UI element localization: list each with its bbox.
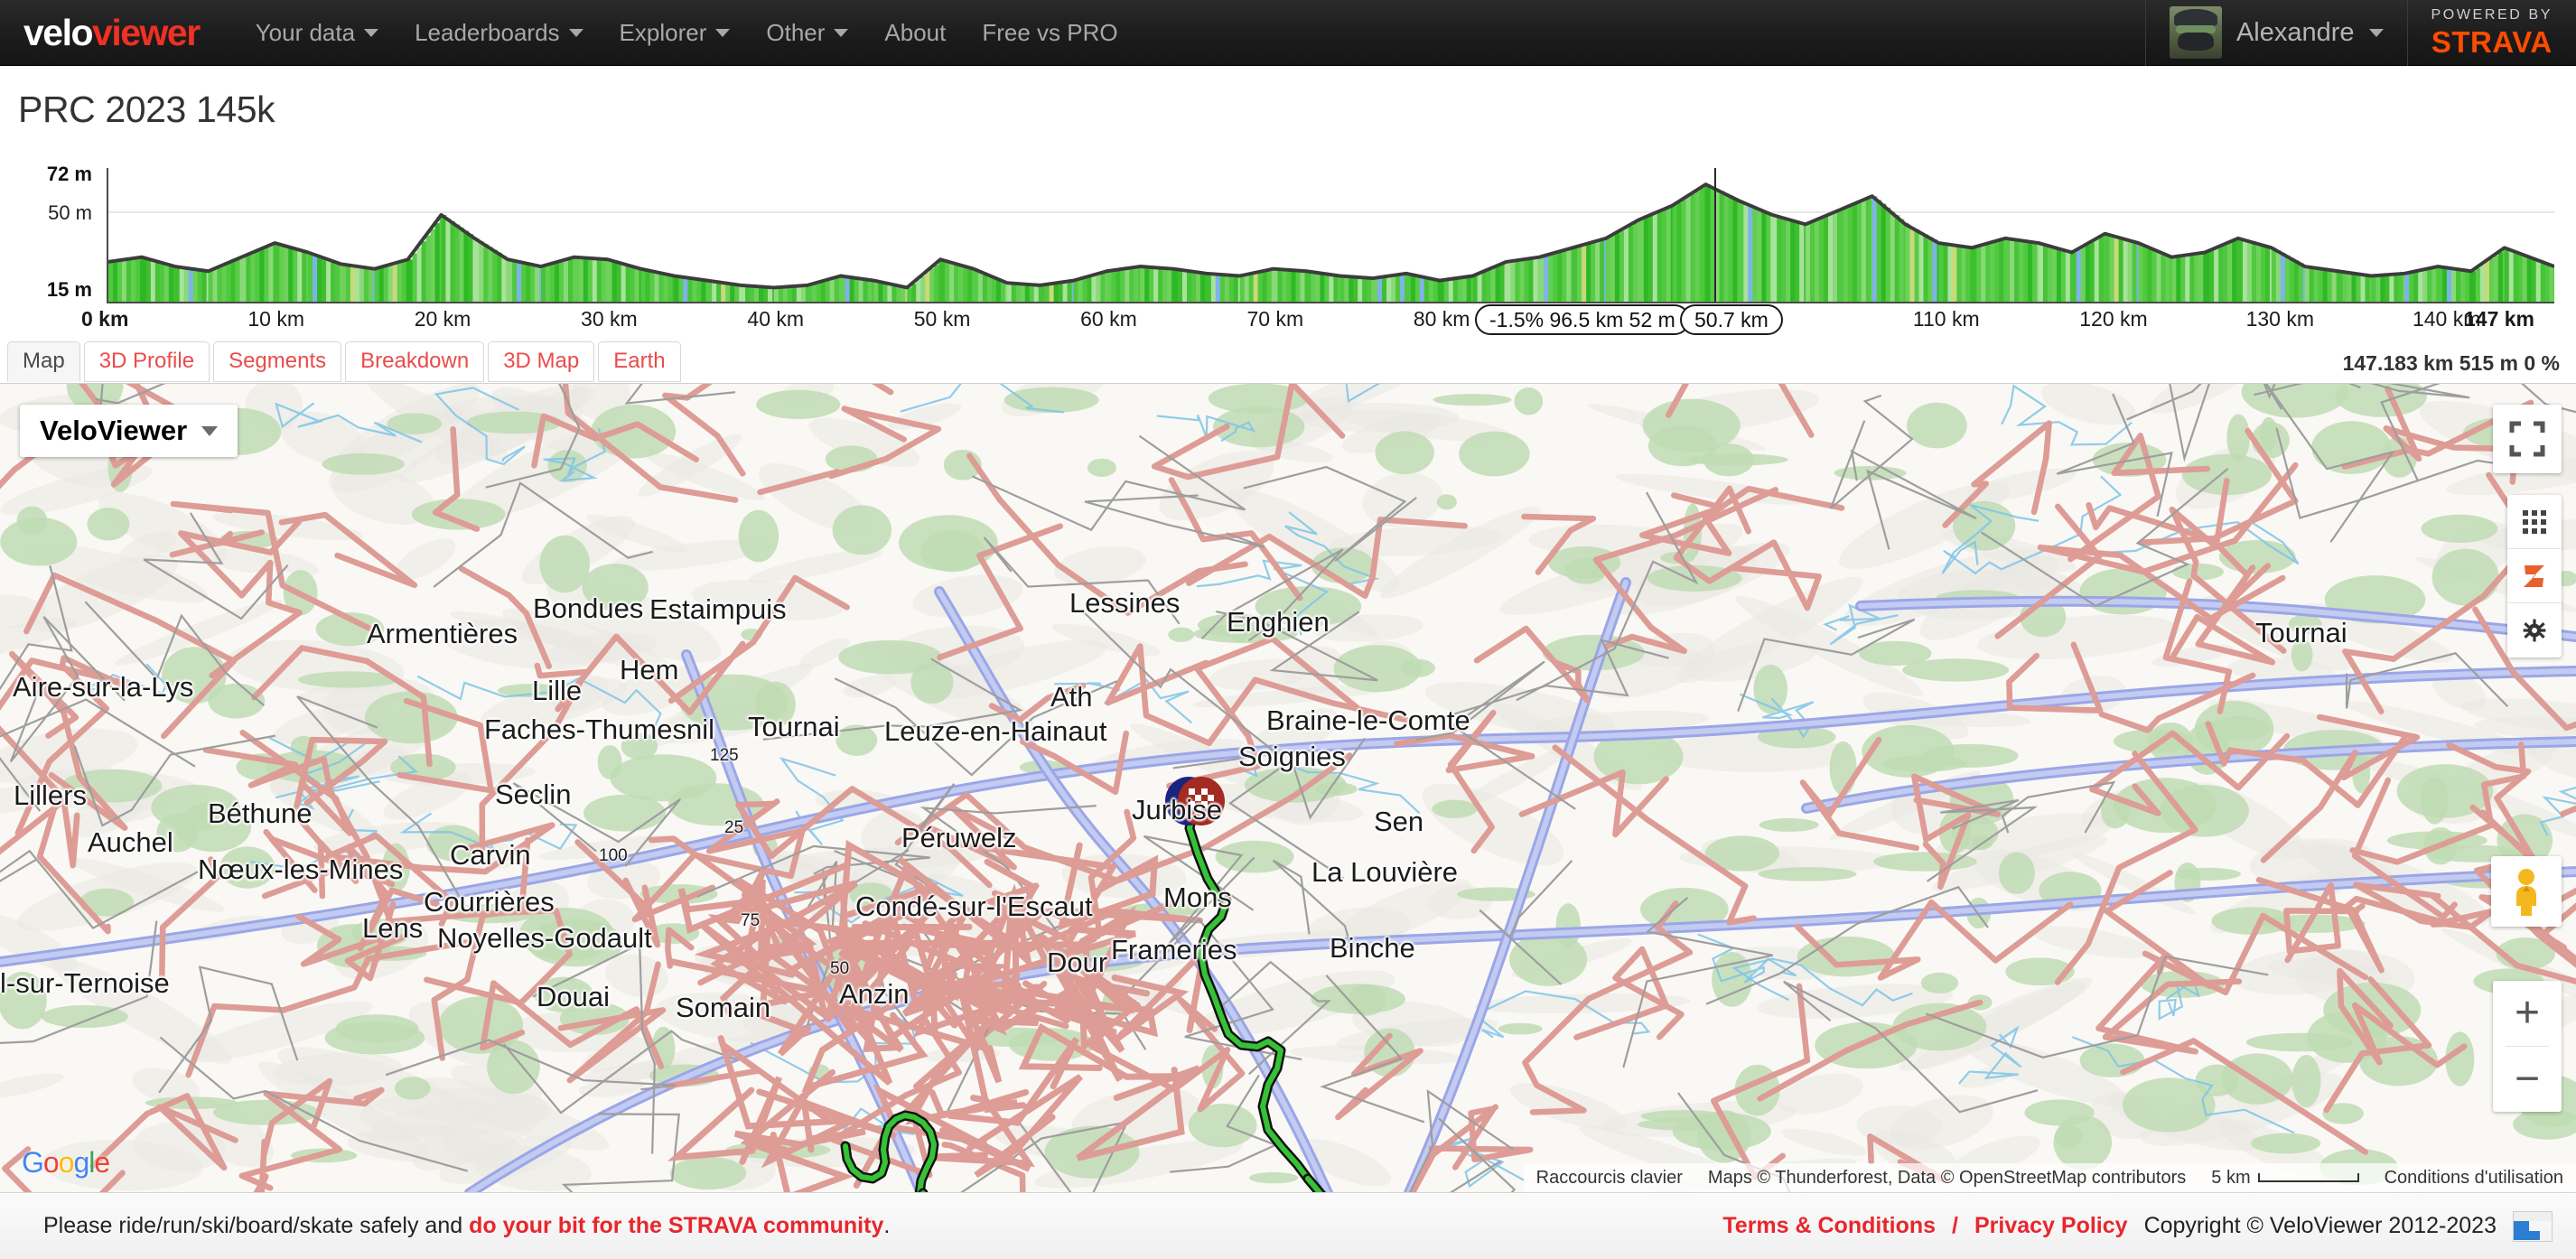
- zoom-controls: + −: [2493, 981, 2562, 1112]
- map-layer-label: VeloViewer: [40, 415, 188, 446]
- tab-earth[interactable]: Earth: [598, 341, 681, 382]
- safety-message: Please ride/run/ski/board/skate safely a…: [43, 1213, 890, 1239]
- nav-item-free-vs-pro[interactable]: Free vs PRO: [964, 19, 1135, 47]
- profile-cursor-line: [1713, 168, 1716, 302]
- strava-z-icon: [2524, 564, 2544, 587]
- top-navigation-bar: veloviewer Your data Leaderboards Explor…: [0, 0, 2576, 66]
- map-data-attribution: Maps © Thunderforest, Data © OpenStreetM…: [1694, 1163, 2199, 1192]
- map-tiles: [0, 384, 2576, 1192]
- street-view-pegman-icon: [2516, 869, 2536, 916]
- chevron-down-icon: [201, 425, 219, 436]
- tab-3d-profile[interactable]: 3D Profile: [83, 341, 210, 382]
- nav-item-explorer[interactable]: Explorer: [602, 19, 749, 47]
- safety-prefix: Please ride/run/ski/board/skate safely a…: [43, 1213, 470, 1238]
- zoom-in-button[interactable]: +: [2493, 981, 2562, 1046]
- profile-tooltip-distance: 50.7 km: [1680, 304, 1783, 335]
- fullscreen-icon: [2509, 421, 2545, 457]
- strava-community-link[interactable]: do your bit for the STRAVA community: [469, 1213, 883, 1238]
- fullscreen-button[interactable]: [2493, 405, 2562, 473]
- map-layer-selector[interactable]: VeloViewer: [20, 405, 238, 457]
- y-tick-bottom: 15 m: [46, 278, 92, 301]
- zoom-out-button[interactable]: −: [2493, 1047, 2562, 1112]
- view-tabs-row: Map 3D Profile Segments Breakdown 3D Map…: [0, 341, 2576, 383]
- veloviewer-logo[interactable]: veloviewer: [23, 11, 201, 53]
- profile-plot-area[interactable]: [107, 168, 2554, 303]
- nav-label-other: Other: [766, 18, 826, 46]
- tab-map[interactable]: Map: [7, 341, 80, 382]
- chevron-down-icon: [568, 28, 583, 37]
- page-title: PRC 2023 145k: [18, 89, 275, 130]
- keyboard-shortcuts-link[interactable]: Raccourcis clavier: [1523, 1163, 1695, 1192]
- grid-button[interactable]: [2507, 495, 2562, 549]
- nav-label-your-data: Your data: [255, 18, 356, 46]
- nav-label-leaderboards: Leaderboards: [415, 18, 560, 46]
- language-flag-icon[interactable]: [2513, 1210, 2553, 1242]
- profile-y-axis: 72 m 50 m 15 m: [0, 163, 105, 303]
- scale-label: 5 km: [2211, 1167, 2251, 1188]
- nav-item-about[interactable]: About: [866, 19, 964, 47]
- map-canvas[interactable]: Google Raccourcis clavier Maps © Thunder…: [0, 383, 2576, 1192]
- profile-tooltip-gradient: -1.5% 96.5 km 52 m: [1475, 304, 1690, 335]
- nav-right-section: Alexandre POWERED BY STRAVA: [2144, 0, 2576, 66]
- footer-links: Terms & Conditions / Privacy Policy Copy…: [1722, 1210, 2553, 1242]
- map-attribution-bar: Raccourcis clavier Maps © Thunderforest,…: [0, 1163, 2576, 1192]
- view-tabs: Map 3D Profile Segments Breakdown 3D Map…: [7, 341, 685, 382]
- profile-tooltip-row: -1.5% 96.5 km 52 m 50.7 km: [0, 304, 2576, 335]
- map-tool-stack: [2507, 495, 2562, 657]
- user-name: Alexandre: [2235, 17, 2355, 47]
- privacy-link[interactable]: Privacy Policy: [1974, 1213, 2128, 1239]
- tab-3d-map[interactable]: 3D Map: [488, 341, 595, 382]
- nav-item-leaderboards[interactable]: Leaderboards: [397, 19, 601, 47]
- chevron-down-icon: [834, 28, 849, 37]
- profile-area-chart: [108, 182, 2554, 302]
- strava-wordmark: STRAVA: [2431, 25, 2553, 59]
- nav-item-your-data[interactable]: Your data: [238, 19, 397, 47]
- chevron-down-icon: [715, 28, 731, 37]
- y-tick-top: 72 m: [46, 163, 92, 185]
- nav-label-explorer: Explorer: [619, 18, 707, 46]
- powered-by-label: POWERED BY: [2431, 7, 2553, 23]
- nav-links: Your data Leaderboards Explorer Other Ab…: [238, 19, 1136, 47]
- nav-label-free-vs-pro: Free vs PRO: [982, 18, 1118, 46]
- tab-breakdown[interactable]: Breakdown: [345, 341, 485, 382]
- gear-icon: [2523, 619, 2546, 642]
- terms-link[interactable]: Terms & Conditions: [1722, 1213, 1936, 1239]
- route-summary-stats: 147.183 km 515 m 0 %: [2342, 351, 2560, 375]
- elevation-profile[interactable]: 72 m 50 m 15 m: [0, 163, 2576, 303]
- brand-velo: velo: [23, 11, 94, 53]
- user-menu[interactable]: Alexandre: [2144, 0, 2408, 66]
- y-tick-mid: 50 m: [48, 201, 92, 224]
- chevron-down-icon: [2368, 28, 2384, 37]
- page-footer: Please ride/run/ski/board/skate safely a…: [0, 1192, 2576, 1259]
- map-scale-bar: 5 km: [2198, 1163, 2372, 1192]
- footer-separator: /: [1952, 1213, 1958, 1238]
- copyright-text: Copyright © VeloViewer 2012-2023: [2143, 1213, 2497, 1238]
- strava-heatmap-button[interactable]: [2507, 549, 2562, 603]
- safety-suffix: .: [883, 1213, 891, 1238]
- scale-bar-graphic: [2257, 1173, 2359, 1182]
- powered-by-strava-logo[interactable]: POWERED BY STRAVA: [2408, 7, 2576, 59]
- street-view-button[interactable]: [2491, 856, 2562, 927]
- nav-item-other[interactable]: Other: [748, 19, 866, 47]
- map-settings-button[interactable]: [2507, 603, 2562, 657]
- grid-icon: [2523, 509, 2546, 534]
- tab-segments[interactable]: Segments: [213, 341, 342, 382]
- chevron-down-icon: [364, 28, 379, 37]
- nav-label-about: About: [884, 18, 947, 46]
- avatar: [2169, 6, 2222, 59]
- brand-viewer: viewer: [92, 11, 201, 53]
- terms-of-use-link[interactable]: Conditions d'utilisation: [2371, 1163, 2576, 1192]
